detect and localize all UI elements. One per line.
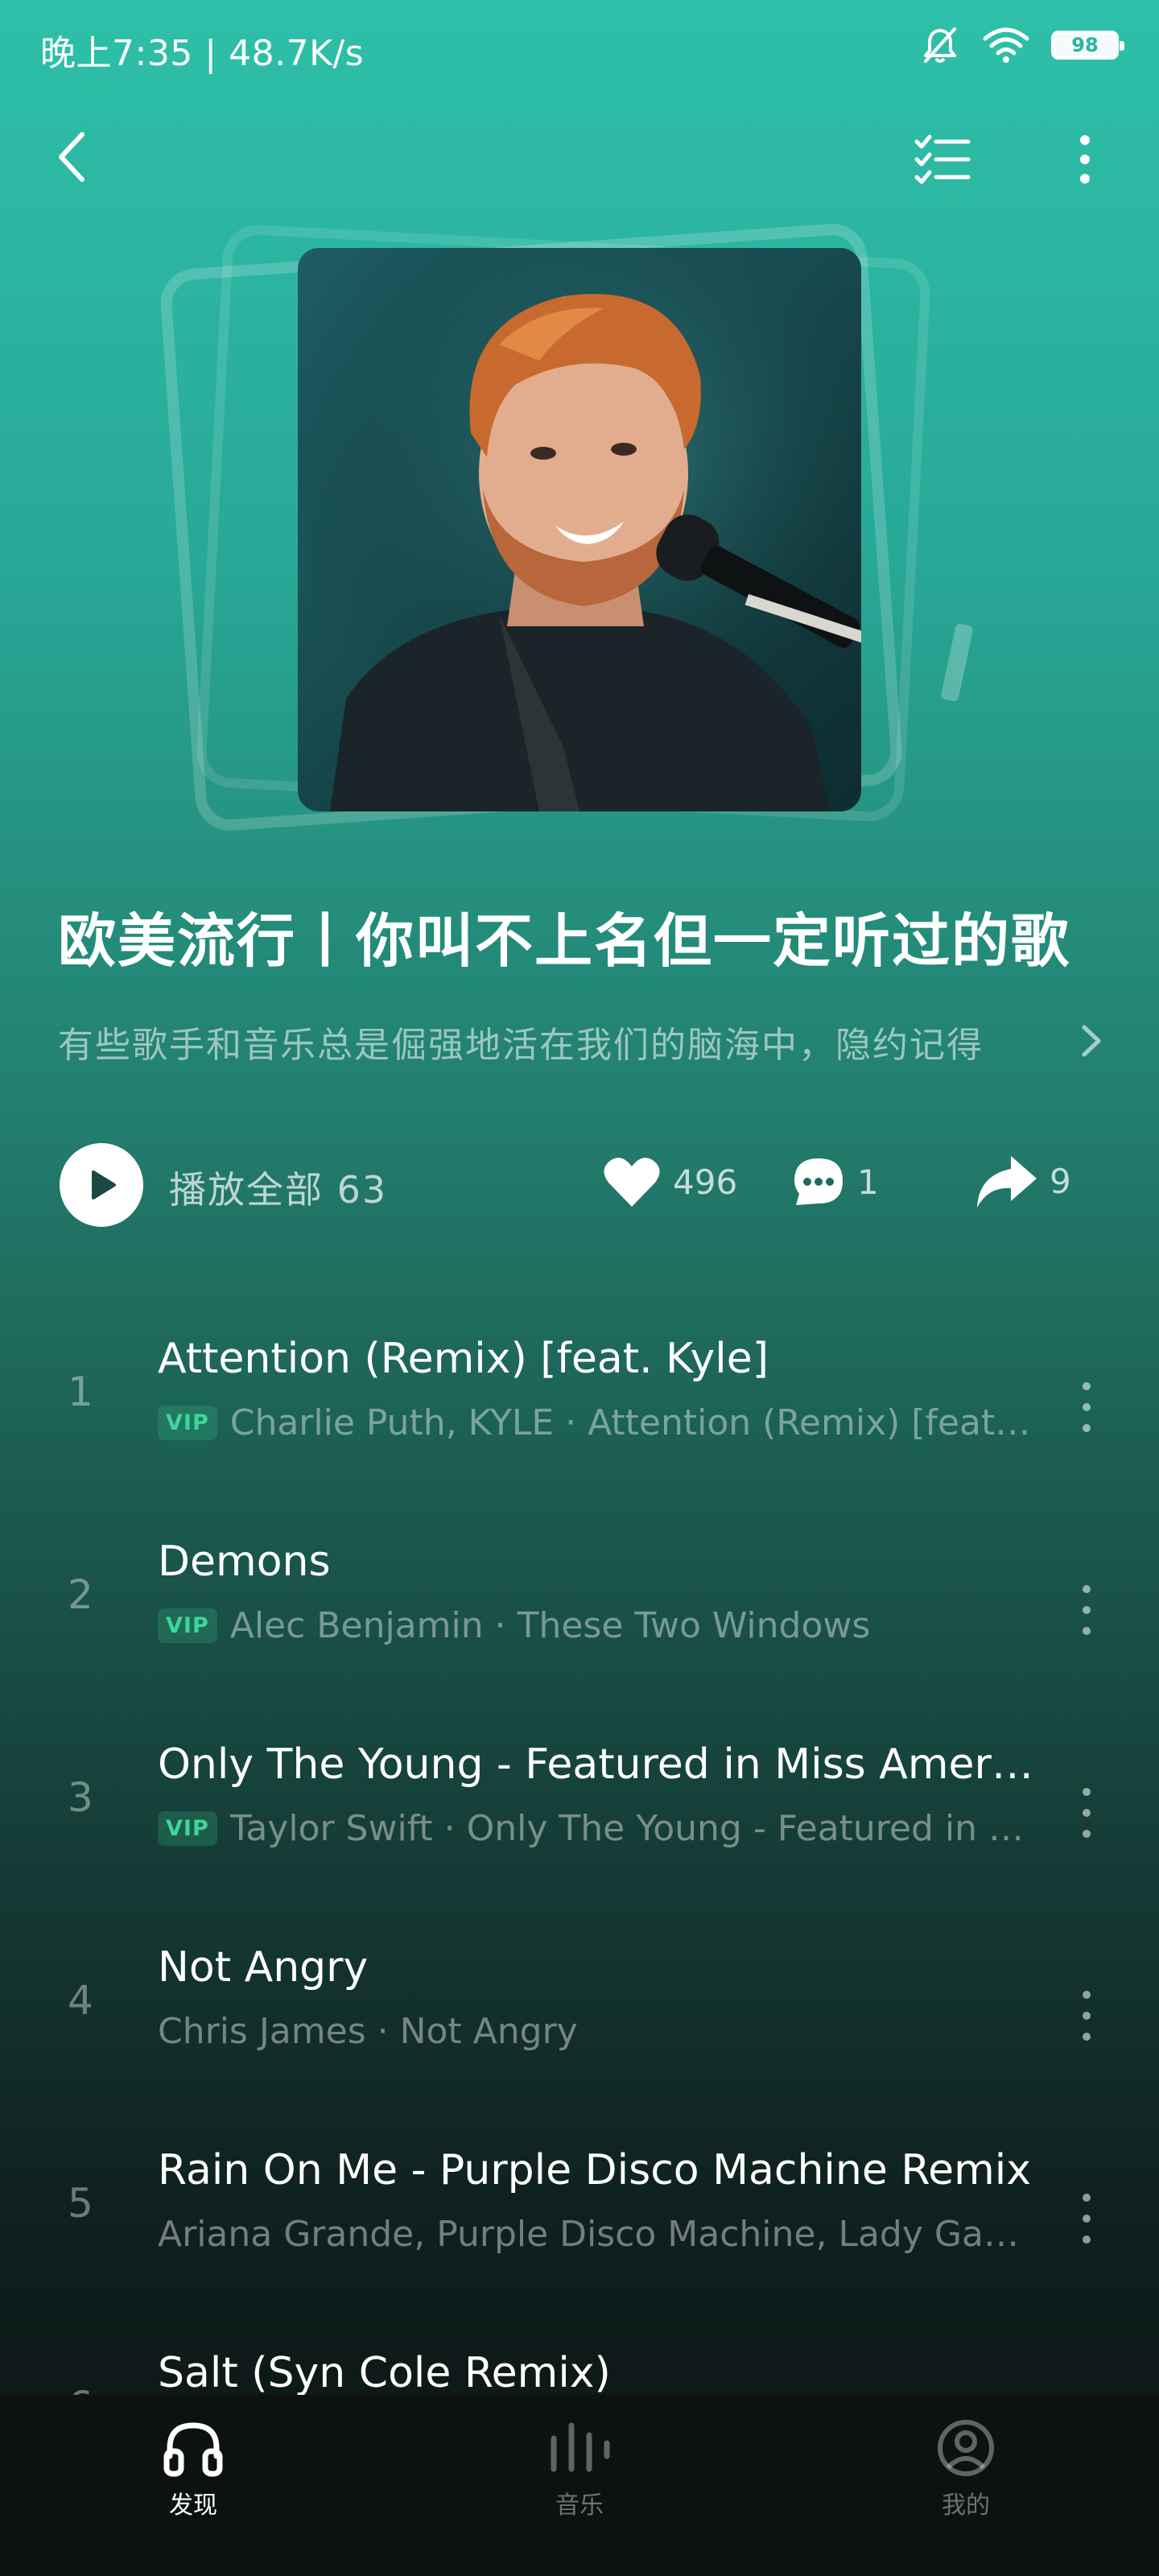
song-title: Demons [158,1538,331,1586]
vip-badge: VIP [158,1608,217,1643]
tab-discover-label: 发现 [169,2491,217,2520]
heart-icon [604,1158,660,1207]
comment-count: 1 [857,1162,879,1202]
music-bars-icon [551,2422,610,2472]
song-artist-album: Alec Benjamin · These Two Windows [229,1605,871,1646]
vip-badge: VIP [158,1406,217,1440]
playlist-title: 欧美流行丨你叫不上名但一定听过的歌 [58,907,1071,975]
status-time: 晚上7:35 | 48.7K/s [40,33,365,74]
song-title: Rain On Me - Purple Disco Machine Remix [158,2146,1032,2194]
more-vertical-icon[interactable] [1074,1375,1099,1439]
share-button[interactable]: 9 [974,1153,1071,1209]
tab-mine[interactable]: 我的 [885,2419,1046,2520]
decorative-mark [940,622,974,703]
playlist-cover-image[interactable] [298,248,861,811]
more-vertical-icon[interactable] [1074,1984,1099,2048]
song-title: Only The Young - Featured in Miss Americ… [158,1740,1035,1789]
play-all-label[interactable]: 播放全部 63 [169,1161,387,1214]
song-subtitle: Chris James · Not Angry [158,2011,1035,2052]
song-index: 5 [68,2180,93,2227]
bottom-tab-bar: 发现 音乐 我的 [0,2395,1159,2576]
song-index: 4 [68,1977,93,2024]
song-artist-album: Ariana Grande, Purple Disco Machine, Lad… [158,2214,1035,2255]
multi-select-icon[interactable] [914,130,971,188]
more-vertical-icon[interactable] [1074,2186,1099,2251]
back-icon[interactable] [48,125,97,189]
play-all-button[interactable] [60,1143,143,1227]
share-count: 9 [1050,1161,1071,1201]
chevron-right-icon[interactable] [1074,1021,1107,1061]
play-icon [92,1170,116,1199]
song-subtitle: VIP Charlie Puth, KYLE · Attention (Remi… [158,1402,1035,1443]
headphones-icon [163,2422,223,2477]
song-row[interactable]: 2 Demons VIP Alec Benjamin · These Two W… [0,1515,1159,1716]
song-title: Not Angry [158,1943,369,1992]
battery-icon: 98 [1051,31,1124,60]
bell-muted-icon [924,27,956,63]
more-vertical-icon[interactable] [1070,130,1099,188]
comment-button[interactable]: 1 [791,1155,879,1208]
status-icons: 98 [919,24,1124,66]
song-subtitle: VIP Taylor Swift · Only The Young - Feat… [158,1808,1035,1849]
like-count: 496 [673,1162,738,1202]
song-subtitle: Ariana Grande, Purple Disco Machine, Lad… [158,2214,1035,2255]
song-artist-album: Taylor Swift · Only The Young - Featured… [229,1808,1035,1849]
song-index: 1 [68,1368,93,1415]
song-row[interactable]: 5 Rain On Me - Purple Disco Machine Remi… [0,2124,1159,2325]
song-row[interactable]: 1 Attention (Remix) [feat. Kyle] VIP Cha… [0,1312,1159,1513]
tab-music-label: 音乐 [555,2491,604,2520]
more-vertical-icon[interactable] [1074,1781,1099,1845]
vip-badge: VIP [158,1811,217,1846]
more-vertical-icon[interactable] [1074,1578,1099,1642]
tab-mine-label: 我的 [942,2491,990,2520]
song-artist-album: Charlie Puth, KYLE · Attention (Remix) [… [229,1402,1035,1443]
user-icon [938,2420,994,2476]
song-row[interactable]: 4 Not Angry Chris James · Not Angry [0,1921,1159,2122]
song-index: 3 [68,1774,93,1821]
like-button[interactable]: 496 [602,1155,737,1208]
song-title: Attention (Remix) [feat. Kyle] [158,1335,769,1383]
share-icon [977,1156,1037,1208]
song-title: Salt (Syn Cole Remix) [158,2349,611,2397]
tab-discover[interactable]: 发现 [113,2419,274,2520]
wifi-icon [983,27,1029,63]
song-subtitle: VIP Alec Benjamin · These Two Windows [158,1605,1035,1646]
song-index: 2 [68,1571,93,1618]
tab-music[interactable]: 音乐 [499,2419,660,2520]
comment-icon [794,1158,843,1205]
battery-level: 98 [1071,34,1099,56]
song-row[interactable]: 3 Only The Young - Featured in Miss Amer… [0,1718,1159,1919]
playlist-description[interactable]: 有些歌手和音乐总是倔强地活在我们的脑海中，隐约记得 [58,1016,1024,1067]
song-artist-album: Chris James · Not Angry [158,2011,578,2052]
